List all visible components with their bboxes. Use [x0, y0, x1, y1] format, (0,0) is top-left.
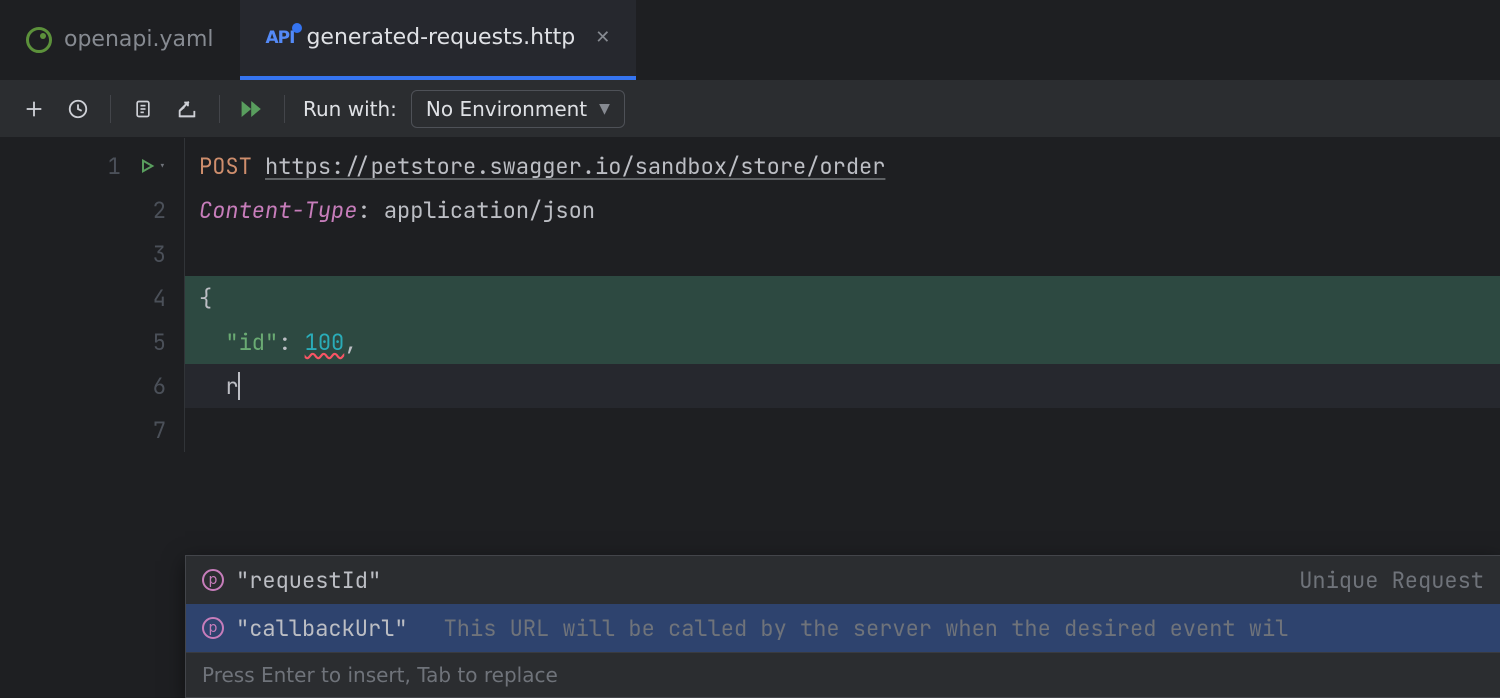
json-value: 100 — [305, 328, 345, 357]
http-method: POST — [199, 152, 252, 181]
environment-select[interactable]: No Environment ▼ — [411, 90, 625, 128]
gutter: 1 ▾ 2 3 4 5 6 7 — [0, 138, 185, 452]
line-number: 4 — [144, 284, 166, 313]
completion-description: This URL will be called by the server wh… — [444, 614, 1484, 643]
openapi-icon — [26, 27, 52, 53]
selection-bg — [185, 320, 1500, 364]
environment-value: No Environment — [426, 97, 587, 121]
line-number: 1 — [99, 152, 121, 181]
run-with-group: Run with: No Environment ▼ — [303, 90, 625, 128]
close-icon[interactable]: ✕ — [595, 27, 610, 48]
chevron-down-icon: ▾ — [159, 158, 166, 174]
separator — [219, 95, 220, 123]
header-name: Content-Type — [199, 196, 357, 225]
line-number: 3 — [144, 240, 166, 269]
tab-generated-requests[interactable]: API generated-requests.http ✕ — [240, 0, 637, 80]
api-icon: API — [266, 28, 295, 48]
code-line: Content-Type: application/json — [185, 188, 1500, 232]
text-caret — [238, 372, 240, 400]
code-line — [185, 408, 1500, 452]
examples-button[interactable] — [121, 87, 165, 131]
chevron-down-icon: ▼ — [599, 101, 610, 117]
line-number: 6 — [144, 372, 166, 401]
code-line — [185, 232, 1500, 276]
line-number: 2 — [144, 196, 166, 225]
http-toolbar: Run with: No Environment ▼ — [0, 80, 1500, 138]
request-url: https://petstore.swagger.io/sandbox/stor… — [265, 152, 885, 181]
separator — [284, 95, 285, 123]
header-value: application/json — [384, 196, 595, 225]
tab-label: generated-requests.http — [306, 25, 575, 50]
completion-label: "requestId" — [236, 566, 381, 595]
line-number: 7 — [144, 416, 166, 445]
add-request-button[interactable] — [12, 87, 56, 131]
code-line: POST https://petstore.swagger.io/sandbox… — [185, 144, 1500, 188]
editor-tabs: openapi.yaml API generated-requests.http… — [0, 0, 1500, 80]
run-all-button[interactable] — [230, 87, 274, 131]
run-with-label: Run with: — [303, 97, 397, 121]
completion-popup: p "requestId" Unique Request p "callback… — [185, 555, 1500, 698]
property-icon: p — [202, 617, 224, 639]
import-button[interactable] — [165, 87, 209, 131]
run-request-gutter-icon[interactable]: ▾ — [139, 158, 166, 174]
completion-item[interactable]: p "requestId" Unique Request — [186, 556, 1500, 604]
code-area[interactable]: POST https://petstore.swagger.io/sandbox… — [185, 138, 1500, 452]
completion-label: "callbackUrl" — [236, 614, 408, 643]
json-key: "id" — [225, 328, 278, 357]
tab-openapi[interactable]: openapi.yaml — [0, 0, 240, 80]
separator — [110, 95, 111, 123]
code-editor[interactable]: 1 ▾ 2 3 4 5 6 7 POST https://petstore.sw… — [0, 138, 1500, 452]
completion-item[interactable]: p "callbackUrl" This URL will be called … — [186, 604, 1500, 652]
tab-label: openapi.yaml — [64, 27, 214, 52]
completion-hint: Press Enter to insert, Tab to replace — [186, 652, 1500, 697]
selection-bg — [185, 276, 1500, 320]
current-line-bg — [185, 364, 1500, 408]
history-button[interactable] — [56, 87, 100, 131]
property-icon: p — [202, 569, 224, 591]
line-number: 5 — [144, 328, 166, 357]
completion-tail: Unique Request — [1299, 566, 1484, 595]
